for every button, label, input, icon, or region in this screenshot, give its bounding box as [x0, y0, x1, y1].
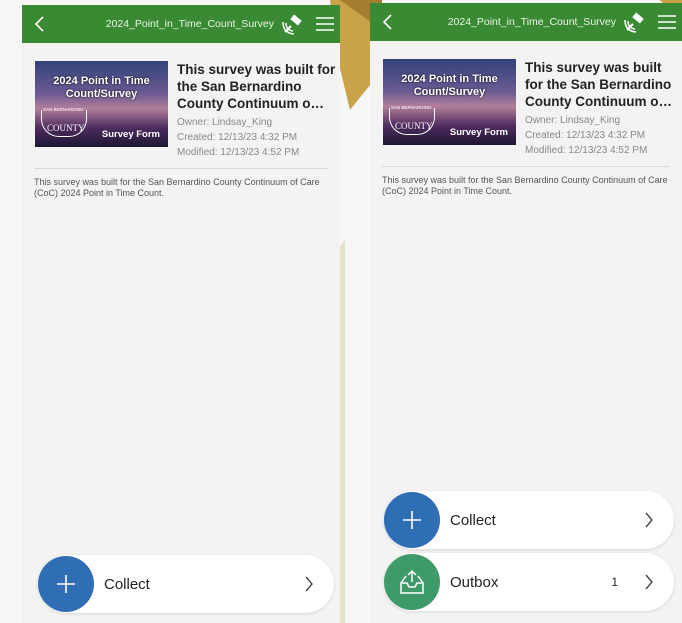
- top-bar: 2024_Point_in_Time_Count_Survey: [22, 5, 340, 43]
- survey-meta: Owner: Lindsay_King Created: 12/13/23 4:…: [525, 113, 677, 158]
- survey-modified: Modified: 12/13/23 4:52 PM: [525, 145, 648, 156]
- outbox-chevron: [636, 569, 662, 595]
- outbox-circle: [384, 554, 440, 610]
- top-bar: 2024_Point_in_Time_Count_Survey: [370, 3, 682, 41]
- thumbnail-form-label: Survey Form: [101, 129, 160, 140]
- survey-created: Created: 12/13/23 4:32 PM: [177, 132, 298, 143]
- survey-thumbnail: 2024 Point in Time Count/Survey SAN BERN…: [383, 59, 516, 145]
- survey-heading: This survey was built for the San Bernar…: [177, 62, 336, 111]
- survey-created: Created: 12/13/23 4:32 PM: [525, 130, 646, 141]
- thumbnail-title: 2024 Point in Time Count/Survey: [401, 73, 498, 98]
- plus-icon: [403, 511, 421, 529]
- outbox-icon: [400, 569, 424, 594]
- outbox-label: Outbox: [450, 573, 499, 591]
- thumbnail-org: COUNTY: [395, 121, 433, 131]
- thumbnail-form-label: Survey Form: [449, 127, 508, 138]
- back-icon: [382, 14, 392, 30]
- collect-label: Collect: [450, 511, 496, 529]
- survey-modified: Modified: 12/13/23 4:52 PM: [177, 147, 300, 158]
- survey-heading: This survey was built for the San Bernar…: [525, 60, 672, 109]
- chevron-right-icon: [645, 512, 653, 528]
- back-icon: [34, 16, 44, 32]
- survey-thumbnail: 2024 Point in Time Count/Survey SAN BERN…: [35, 61, 168, 147]
- menu-icon: [658, 15, 676, 29]
- back-button[interactable]: [370, 3, 406, 41]
- survey-info: This survey was built for the San Bernar…: [516, 59, 677, 158]
- survey-owner: Owner: Lindsay_King: [177, 117, 273, 128]
- satellite-icon: [282, 14, 302, 35]
- collect-chevron: [636, 507, 662, 533]
- survey-info: This survey was built for the San Bernar…: [168, 61, 337, 160]
- survey-screen-left: 2024_Point_in_Time_Count_Survey 2024 Poi…: [22, 5, 340, 623]
- survey-header: 2024 Point in Time Count/Survey SAN BERN…: [22, 43, 340, 160]
- back-button[interactable]: [22, 5, 58, 43]
- thumbnail-org: COUNTY: [47, 123, 85, 133]
- menu-button[interactable]: [310, 5, 340, 43]
- collect-circle: [384, 492, 440, 548]
- outbox-count: 1: [611, 575, 618, 589]
- survey-description: This survey was built for the San Bernar…: [382, 175, 668, 196]
- survey-header: 2024 Point in Time Count/Survey SAN BERN…: [370, 41, 682, 158]
- collect-label: Collect: [104, 575, 150, 593]
- survey-description: This survey was built for the San Bernar…: [34, 177, 320, 198]
- survey-title: 2024_Point_in_Time_Count_Survey: [447, 16, 616, 28]
- survey-meta: Owner: Lindsay_King Created: 12/13/23 4:…: [177, 115, 337, 160]
- thumbnail-title: 2024 Point in Time Count/Survey: [53, 75, 150, 100]
- menu-button[interactable]: [652, 3, 682, 41]
- satellite-icon: [624, 12, 644, 33]
- location-status-button[interactable]: [280, 5, 310, 43]
- collect-button[interactable]: Collect: [38, 555, 334, 613]
- plus-icon: [57, 575, 75, 593]
- collect-chevron: [296, 571, 322, 597]
- survey-screen-right: 2024_Point_in_Time_Count_Survey 2024 Poi…: [370, 3, 682, 623]
- outbox-button[interactable]: Outbox 1: [384, 553, 674, 611]
- survey-title: 2024_Point_in_Time_Count_Survey: [105, 18, 274, 30]
- collect-button[interactable]: Collect: [384, 491, 674, 549]
- survey-owner: Owner: Lindsay_King: [525, 115, 621, 126]
- chevron-right-icon: [305, 576, 313, 592]
- collect-circle: [38, 556, 94, 612]
- location-status-button[interactable]: [622, 3, 652, 41]
- chevron-right-icon: [645, 574, 653, 590]
- menu-icon: [316, 17, 334, 31]
